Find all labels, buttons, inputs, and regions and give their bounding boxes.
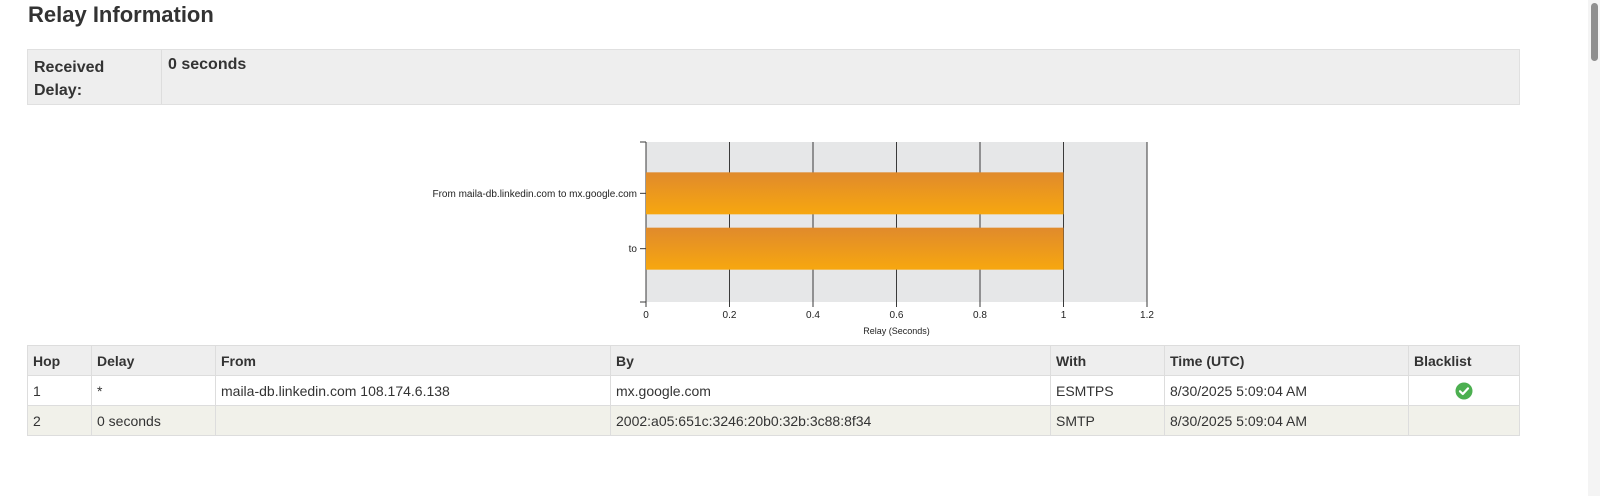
chart-x-tick-label: 0.2 xyxy=(723,310,737,321)
chart-bar xyxy=(646,172,1064,215)
cell-hop: 1 xyxy=(27,375,92,406)
cell-time: 8/30/2025 5:09:04 AM xyxy=(1164,405,1409,436)
chart-x-tick-label: 0.4 xyxy=(806,310,820,321)
cell-delay: 0 seconds xyxy=(91,405,216,436)
cell-by: mx.google.com xyxy=(610,375,1051,406)
cell-from xyxy=(215,405,611,436)
chart-x-tick-label: 0 xyxy=(643,310,649,321)
cell-by: 2002:a05:651c:3246:20b0:32b:3c88:8f34 xyxy=(610,405,1051,436)
cell-delay: * xyxy=(91,375,216,406)
col-header-hop: Hop xyxy=(27,345,92,376)
chart-y-tick-label: to xyxy=(629,244,638,255)
check-circle-icon xyxy=(1455,382,1473,399)
col-header-with: With xyxy=(1050,345,1165,376)
chart-x-tick-label: 1 xyxy=(1061,310,1067,321)
cell-time: 8/30/2025 5:09:04 AM xyxy=(1164,375,1409,406)
col-header-by: By xyxy=(610,345,1051,376)
received-delay-label: Received Delay: xyxy=(28,50,162,104)
relay-table: Hop Delay From By With Time (UTC) Blackl… xyxy=(27,345,1520,436)
cell-from: maila-db.linkedin.com 108.174.6.138 xyxy=(215,375,611,406)
chart-bar xyxy=(646,227,1064,270)
scrollbar-thumb[interactable] xyxy=(1591,3,1598,61)
cell-blacklist xyxy=(1408,405,1520,436)
cell-with: SMTP xyxy=(1050,405,1165,436)
received-delay-value: 0 seconds xyxy=(168,56,247,73)
table-row: 2 0 seconds 2002:a05:651c:3246:20b0:32b:… xyxy=(27,405,1520,436)
page-title: Relay Information xyxy=(28,2,214,27)
col-header-delay: Delay xyxy=(91,345,216,376)
col-header-time: Time (UTC) xyxy=(1164,345,1409,376)
col-header-from: From xyxy=(215,345,611,376)
chart-x-tick-label: 1.2 xyxy=(1140,310,1154,321)
cell-with: ESMTPS xyxy=(1050,375,1165,406)
table-header-row: Hop Delay From By With Time (UTC) Blackl… xyxy=(27,345,1520,376)
chart-y-tick-label: From maila-db.linkedin.com to mx.google.… xyxy=(432,189,637,200)
cell-blacklist xyxy=(1408,375,1520,406)
table-row: 1 * maila-db.linkedin.com 108.174.6.138 … xyxy=(27,375,1520,406)
chart-x-axis-label: Relay (Seconds) xyxy=(863,326,930,336)
chart-x-tick-label: 0.8 xyxy=(973,310,987,321)
cell-hop: 2 xyxy=(27,405,92,436)
col-header-blacklist: Blacklist xyxy=(1408,345,1520,376)
vertical-scrollbar[interactable] xyxy=(1588,0,1600,496)
relay-chart: 0 0.2 0.4 0.6 0.8 1 1.2 From maila-db.linkedin.… xyxy=(432,141,1154,336)
chart-x-tick-label: 0.6 xyxy=(890,310,904,321)
received-delay-panel: Received Delay: 0 seconds xyxy=(27,49,1520,105)
